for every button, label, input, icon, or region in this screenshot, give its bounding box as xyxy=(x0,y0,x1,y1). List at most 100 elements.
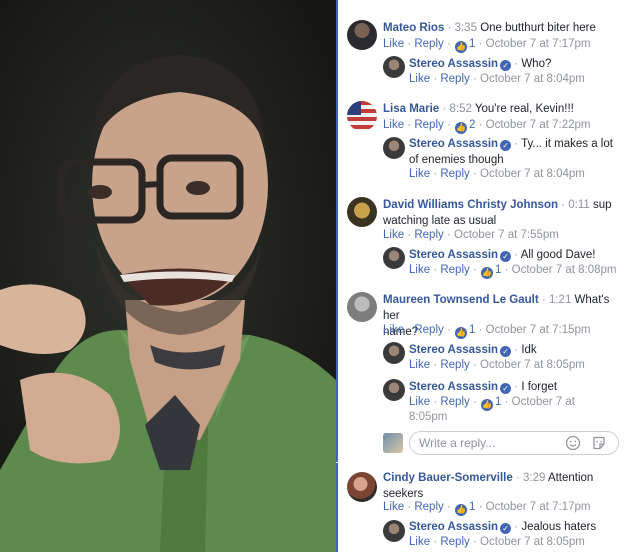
avatar[interactable] xyxy=(383,56,405,78)
avatar[interactable] xyxy=(347,292,377,322)
live-video-frame[interactable] xyxy=(0,0,336,552)
like-count[interactable]: 1 xyxy=(469,324,475,336)
reply-link[interactable]: Reply xyxy=(440,359,469,371)
reply-actions: Like · Reply · October 7 at 8:04pm xyxy=(409,168,585,180)
comment-date[interactable]: October 7 at 7:55pm xyxy=(454,229,559,241)
like-link[interactable]: Like xyxy=(409,264,430,276)
avatar[interactable] xyxy=(383,520,405,542)
comment-date[interactable]: October 7 at 7:15pm xyxy=(486,324,591,336)
like-link[interactable]: Like xyxy=(409,536,430,548)
verified-badge-icon: ✓ xyxy=(500,140,512,151)
comment-date[interactable]: October 7 at 7:22pm xyxy=(486,119,591,131)
reply-body: Stereo Assassin ✓ · Who? xyxy=(409,58,552,71)
comment-actions: Like · Reply · 👍 2 · October 7 at 7:22pm xyxy=(383,119,591,134)
like-count[interactable]: 1 xyxy=(469,501,475,513)
reply-author[interactable]: Stereo Assassin xyxy=(409,58,498,70)
reply-link[interactable]: Reply xyxy=(414,229,443,241)
reply-date[interactable]: October 7 at xyxy=(512,396,575,408)
reply-author[interactable]: Stereo Assassin xyxy=(409,138,498,150)
reply-body: Stereo Assassin ✓ · Idk xyxy=(409,344,537,357)
video-still xyxy=(0,0,336,552)
comment-text: One butthurt biter here xyxy=(480,22,596,34)
comment-text: sup xyxy=(592,199,612,211)
avatar[interactable] xyxy=(347,101,377,131)
video-timestamp[interactable]: 0:11 xyxy=(568,199,590,211)
reply-link[interactable]: Reply xyxy=(440,73,469,85)
comment-text: Attention xyxy=(547,472,594,484)
reply-author[interactable]: Stereo Assassin xyxy=(409,344,498,356)
reply-author[interactable]: Stereo Assassin xyxy=(409,249,498,261)
like-count[interactable]: 1 xyxy=(469,38,475,50)
reply-link[interactable]: Reply xyxy=(414,324,443,336)
emoji-icon[interactable] xyxy=(565,435,581,451)
comment-author[interactable]: Mateo Rios xyxy=(383,22,444,34)
video-timestamp[interactable]: 1:21 xyxy=(549,294,571,306)
thread-accent-bar xyxy=(336,284,338,462)
like-link[interactable]: Like xyxy=(383,119,404,131)
reply-date[interactable]: October 7 at 8:05pm xyxy=(480,359,585,371)
comment-date[interactable]: October 7 at 7:17pm xyxy=(486,501,591,513)
comment-body: Cindy Bauer-Somerville · 3:29 Attention … xyxy=(383,472,594,500)
verified-badge-icon: ✓ xyxy=(500,346,512,357)
reply-date[interactable]: October 7 at 8:04pm xyxy=(480,168,585,180)
video-timestamp[interactable]: 3:29 xyxy=(523,472,545,484)
reply-actions: Like · Reply · October 7 at 8:05pm xyxy=(409,359,585,371)
reply-date[interactable]: October 7 at 8:08pm xyxy=(512,264,617,276)
like-thumb-icon: 👍 xyxy=(455,504,468,516)
reply-actions: Like · Reply · October 7 at 8:04pm xyxy=(409,73,585,85)
like-count[interactable]: 1 xyxy=(495,396,501,408)
like-link[interactable]: Like xyxy=(409,168,430,180)
reply-text: All good Dave! xyxy=(520,249,596,261)
avatar[interactable] xyxy=(347,20,377,50)
like-link[interactable]: Like xyxy=(409,396,430,408)
reply-date[interactable]: October 7 at 8:05pm xyxy=(480,536,585,548)
like-thumb-icon: 👍 xyxy=(455,41,468,53)
avatar[interactable] xyxy=(383,247,405,269)
reply-actions: Like · Reply · 👍 1 · October 7 at xyxy=(409,396,575,411)
reply-link[interactable]: Reply xyxy=(440,264,469,276)
like-link[interactable]: Like xyxy=(383,324,404,336)
like-link[interactable]: Like xyxy=(383,229,404,241)
reply-composer[interactable] xyxy=(409,431,619,455)
reply-link[interactable]: Reply xyxy=(414,38,443,50)
reply-author[interactable]: Stereo Assassin xyxy=(409,521,498,533)
reply-link[interactable]: Reply xyxy=(414,119,443,131)
reply-link[interactable]: Reply xyxy=(440,396,469,408)
reply-text: Jealous haters xyxy=(521,521,597,533)
comment-author[interactable]: Cindy Bauer-Somerville xyxy=(383,472,513,484)
video-timestamp[interactable]: 3:35 xyxy=(455,22,477,34)
video-timestamp[interactable]: 8:52 xyxy=(450,103,472,115)
like-link[interactable]: Like xyxy=(409,73,430,85)
reply-link[interactable]: Reply xyxy=(414,501,443,513)
reply-text: I forget xyxy=(521,381,558,393)
reply-author[interactable]: Stereo Assassin xyxy=(409,381,498,393)
comment-author[interactable]: Maureen Townsend Le Gault xyxy=(383,294,539,306)
reply-date[interactable]: October 7 at 8:04pm xyxy=(480,73,585,85)
avatar[interactable] xyxy=(383,379,405,401)
comment-body: Lisa Marie · 8:52 You're real, Kevin!!! xyxy=(383,103,574,115)
comment-date[interactable]: October 7 at 7:17pm xyxy=(486,38,591,50)
like-count[interactable]: 2 xyxy=(469,119,475,131)
reply-link[interactable]: Reply xyxy=(440,168,469,180)
reply-input[interactable] xyxy=(419,436,559,450)
reply-date[interactable]: 8:05pm xyxy=(409,411,447,423)
like-count[interactable]: 1 xyxy=(495,264,501,276)
avatar[interactable] xyxy=(347,472,377,502)
comment-body: Mateo Rios · 3:35 One butthurt biter her… xyxy=(383,22,596,34)
like-link[interactable]: Like xyxy=(409,359,430,371)
reply-link[interactable]: Reply xyxy=(440,536,469,548)
comment-author[interactable]: Lisa Marie xyxy=(383,103,439,115)
reply-text: Idk xyxy=(521,344,537,356)
avatar[interactable] xyxy=(383,137,405,159)
sticker-icon[interactable] xyxy=(591,435,607,451)
comment-actions: Like · Reply · 👍 1 · October 7 at 7:17pm xyxy=(383,501,591,516)
reply-body: Stereo Assassin ✓ · All good Dave! xyxy=(409,249,596,262)
reply-actions-wrap: 8:05pm xyxy=(409,410,447,425)
like-link[interactable]: Like xyxy=(383,38,404,50)
avatar[interactable] xyxy=(347,197,377,227)
avatar[interactable] xyxy=(383,342,405,364)
comment-author[interactable]: David Williams Christy Johnson xyxy=(383,199,558,211)
comment-actions: Like · Reply · October 7 at 7:55pm xyxy=(383,229,559,241)
like-link[interactable]: Like xyxy=(383,501,404,513)
verified-badge-icon: ✓ xyxy=(500,251,512,262)
